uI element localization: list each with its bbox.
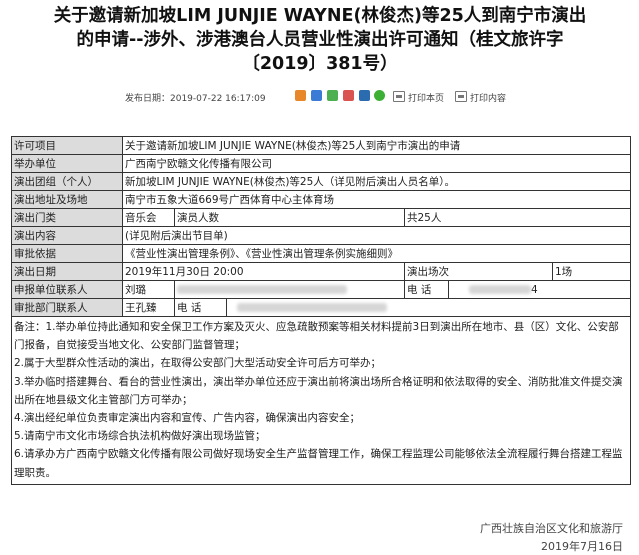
permit-item-value: 关于邀请新加坡LIM JUNJIE WAYNE(林俊杰)等25人到南宁市演出的申… — [121, 136, 632, 155]
table-row: 演出团组（个人） 新加坡LIM JUNJIE WAYNE(林俊杰)等25人（详见… — [11, 172, 632, 191]
note-1: 备注：1.举办单位持此通知和安全保卫工作方案及灭火、应急疏散预案等相关材料提前3… — [14, 321, 619, 352]
print-page-link[interactable]: 打印本页 — [393, 91, 444, 104]
permit-item-label: 许可项目 — [11, 136, 123, 155]
table-row: 审批依据 《营业性演出管理条例》、《营业性演出管理条例实施细则》 — [11, 244, 632, 263]
title-line-1: 关于邀请新加坡LIM JUNJIE WAYNE(林俊杰)等25人到南宁市演出 — [53, 6, 587, 26]
phone-label: 电 话 — [404, 280, 449, 299]
print-page-label: 打印本页 — [408, 94, 445, 104]
publish-date: 发布日期：2019-07-22 16:17:09 — [125, 94, 266, 104]
table-row: 备注：1.举办单位持此通知和安全保卫工作方案及灭火、应急疏散预案等相关材料提前3… — [10, 316, 632, 485]
title-line-2: 的申请--涉外、涉港澳台人员营业性演出许可通知（桂文旅许字 — [76, 30, 564, 50]
phone-value-tail: 4 — [531, 283, 538, 296]
share-icon-orange[interactable] — [295, 90, 306, 101]
notes-cell: 备注：1.举办单位持此通知和安全保卫工作方案及灭火、应急疏散预案等相关材料提前3… — [10, 316, 632, 485]
contact-label: 申报单位联系人 — [11, 280, 123, 299]
share-icon-wechat[interactable] — [374, 90, 386, 101]
note-3: 3.举办临时搭建舞台、看台的营业性演出，演出举办单位还应于演出前将演出场所合格证… — [14, 375, 623, 406]
table-row: 举办单位 广西南宁欧赣文化传播有限公司 — [11, 154, 632, 173]
organizer-label: 举办单位 — [11, 154, 123, 173]
redacted-blur — [237, 303, 387, 312]
table-row: 审批部门联系人 王孔臻 电 话 — [11, 298, 632, 317]
date-value: 2019年11月30日 20:00 — [122, 262, 405, 281]
printer-icon — [455, 91, 467, 102]
basis-label: 审批依据 — [11, 244, 123, 263]
category-value: 音乐会 — [122, 208, 175, 227]
note-6: 6.请承办方广西南宁欧赣文化传播有限公司做好现场安全生产监督管理工作，确保工程监… — [14, 448, 623, 479]
note-4: 4.演出经纪单位负责审定演出内容和宣传、广告内容，确保演出内容安全； — [14, 412, 361, 425]
redacted-blur — [177, 285, 347, 294]
share-icon-green[interactable] — [326, 90, 338, 101]
troupe-label: 演出团组（个人） — [11, 172, 123, 191]
dept-phone-label: 电 话 — [174, 298, 227, 317]
contact-redacted — [174, 280, 405, 299]
contact-value: 刘璐 — [122, 280, 175, 299]
print-content-label: 打印内容 — [470, 94, 507, 104]
sessions-value: 1场 — [551, 262, 632, 281]
dept-contact-value: 王孔臻 — [122, 298, 175, 317]
phone-value: 4 — [447, 280, 632, 299]
printer-icon — [393, 91, 405, 102]
issuing-organization: 广西壮族自治区文化和旅游厅 — [480, 522, 623, 535]
content-label: 演出内容 — [11, 226, 123, 245]
note-2: 2.属于大型群众性活动的演出，在取得公安部门大型活动安全许可后方可举办； — [14, 357, 382, 370]
venue-label: 演出地址及场地 — [11, 190, 123, 209]
title-line-3: 〔2019〕381号） — [242, 54, 398, 74]
share-icon-blue2[interactable] — [358, 90, 370, 101]
table-row: 演出门类 音乐会 演员人数 共25人 — [11, 208, 632, 227]
date-label: 演出日期 — [11, 262, 123, 281]
troupe-value: 新加坡LIM JUNJIE WAYNE(林俊杰)等25人（详见附后演出人员名单）… — [121, 172, 632, 191]
content-value: (详见附后演出节目单) — [121, 226, 632, 245]
table-row: 演出内容 (详见附后演出节目单) — [11, 226, 632, 245]
share-bar — [295, 90, 387, 103]
performers-value: 共25人 — [403, 208, 632, 227]
permit-table: 许可项目 关于邀请新加坡LIM JUNJIE WAYNE(林俊杰)等25人到南宁… — [10, 136, 632, 485]
organizer-value: 广西南宁欧赣文化传播有限公司 — [121, 154, 632, 173]
table-row: 演出地址及场地 南宁市五象大道669号广西体育中心主体育场 — [11, 190, 632, 209]
print-content-link[interactable]: 打印内容 — [455, 91, 506, 104]
dept-phone-value — [225, 298, 632, 317]
category-label: 演出门类 — [11, 208, 123, 227]
redacted-blur — [469, 285, 531, 294]
share-icon-blue[interactable] — [310, 90, 322, 101]
performers-label: 演员人数 — [174, 208, 405, 227]
dept-contact-label: 审批部门联系人 — [11, 298, 123, 317]
table-row: 许可项目 关于邀请新加坡LIM JUNJIE WAYNE(林俊杰)等25人到南宁… — [11, 136, 632, 155]
note-5: 5.请南宁市文化市场综合执法机构做好演出现场监管； — [14, 430, 266, 443]
meta-bar: 发布日期：2019-07-22 16:17:09 打印本页 打印内容 — [0, 89, 639, 105]
issue-date: 2019年7月16日 — [541, 540, 623, 553]
share-icon-red[interactable] — [342, 90, 354, 101]
table-row: 申报单位联系人 刘璐 电 话 4 — [11, 280, 632, 299]
sessions-label: 演出场次 — [404, 262, 553, 281]
table-row: 演出日期 2019年11月30日 20:00 演出场次 1场 — [11, 262, 632, 281]
notice-title: 关于邀请新加坡LIM JUNJIE WAYNE(林俊杰)等25人到南宁市演出 的… — [20, 4, 620, 76]
venue-value: 南宁市五象大道669号广西体育中心主体育场 — [121, 190, 632, 209]
basis-value: 《营业性演出管理条例》、《营业性演出管理条例实施细则》 — [121, 244, 632, 263]
